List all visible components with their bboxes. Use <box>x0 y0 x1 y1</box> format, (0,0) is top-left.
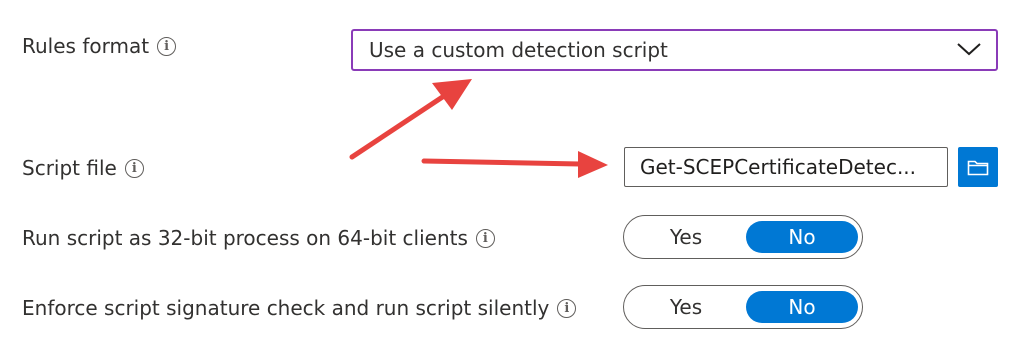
arrow-to-dropdown <box>349 79 472 160</box>
info-icon[interactable]: i <box>157 36 177 56</box>
script-file-value: Get-SCEPCertificateDetec... <box>640 155 917 179</box>
enforce-signature-toggle[interactable]: Yes No <box>623 285 863 329</box>
run-32bit-yes-option[interactable]: Yes <box>630 221 742 253</box>
info-icon[interactable]: i <box>557 298 577 318</box>
info-icon[interactable]: i <box>124 158 144 178</box>
browse-file-button[interactable] <box>958 147 998 187</box>
script-file-label: Script file <box>22 156 117 180</box>
rules-format-row: Rules format i <box>22 34 177 58</box>
folder-icon <box>967 160 989 176</box>
script-file-input[interactable]: Get-SCEPCertificateDetec... <box>624 147 948 187</box>
chevron-down-icon <box>957 43 981 56</box>
enforce-signature-row: Enforce script signature check and run s… <box>22 296 577 320</box>
enforce-signature-yes-option[interactable]: Yes <box>630 291 742 323</box>
arrow-to-script-file <box>421 151 608 178</box>
run-32bit-toggle[interactable]: Yes No <box>623 215 863 259</box>
info-icon[interactable]: i <box>475 228 495 248</box>
run-32bit-row: Run script as 32-bit process on 64-bit c… <box>22 226 495 250</box>
enforce-signature-no-option[interactable]: No <box>746 291 858 323</box>
run-32bit-label: Run script as 32-bit process on 64-bit c… <box>22 226 468 250</box>
rules-format-dropdown[interactable]: Use a custom detection script <box>351 29 998 71</box>
run-32bit-no-option[interactable]: No <box>746 221 858 253</box>
rules-format-label: Rules format <box>22 34 150 58</box>
enforce-signature-label: Enforce script signature check and run s… <box>22 296 550 320</box>
rules-format-value: Use a custom detection script <box>369 38 668 62</box>
script-file-row: Script file i <box>22 156 144 180</box>
